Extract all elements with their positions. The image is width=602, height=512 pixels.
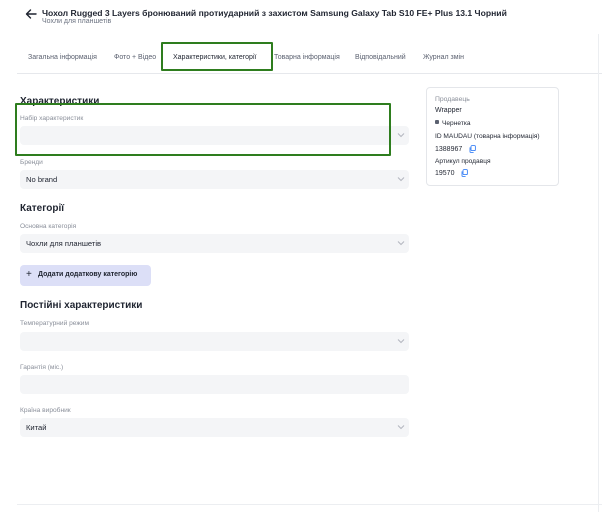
permanent-characteristics-title: Постійні характеристики bbox=[20, 300, 143, 311]
seller-article-value: 19570 bbox=[435, 170, 455, 177]
add-category-label: Додати додаткову категорію bbox=[38, 271, 138, 278]
status-badge: Чернетка bbox=[435, 120, 471, 127]
characteristics-title: Характеристики bbox=[20, 96, 100, 107]
page-header: Чохол Rugged 3 Layers бронюваний протиуд… bbox=[0, 0, 602, 34]
main-category-label: Основна категорія bbox=[20, 223, 77, 230]
tab-characteristics[interactable]: Характеристики, категорії bbox=[173, 54, 256, 61]
page-subtitle: Чохли для планшетів bbox=[42, 18, 112, 25]
copy-icon[interactable] bbox=[461, 169, 468, 177]
tab-product-info[interactable]: Товарна інформація bbox=[274, 54, 340, 61]
seller-article-label: Артикул продавця bbox=[435, 158, 491, 165]
main-category-select[interactable]: Чохли для планшетів bbox=[20, 234, 409, 253]
tab-change-log[interactable]: Журнал змін bbox=[423, 54, 464, 61]
add-category-button[interactable]: + Додати додаткову категорію bbox=[20, 265, 151, 286]
temperature-mode-label: Температурний режим bbox=[20, 320, 89, 327]
tab-responsible[interactable]: Відповідальний bbox=[355, 54, 406, 61]
brand-label: Бренди bbox=[20, 159, 43, 166]
tab-bar: Загальна інформація Фото + Відео Характе… bbox=[17, 44, 602, 74]
seller-info-card: Продавець Wrapper Чернетка ID MAUDAU (то… bbox=[426, 87, 559, 186]
active-tab-underline bbox=[173, 69, 261, 71]
maudau-id-label: ID MAUDAU (товарна інформація) bbox=[435, 133, 540, 140]
characteristics-set-label: Набір характеристик bbox=[20, 115, 84, 122]
country-select[interactable]: Китай bbox=[20, 418, 409, 437]
chevron-down-icon bbox=[397, 177, 405, 182]
seller-value: Wrapper bbox=[435, 107, 462, 114]
country-label: Країна виробник bbox=[20, 407, 71, 414]
back-arrow-icon[interactable] bbox=[24, 8, 38, 20]
country-value: Китай bbox=[26, 423, 47, 432]
right-edge-divider bbox=[598, 34, 599, 512]
tab-general-info[interactable]: Загальна інформація bbox=[28, 54, 97, 61]
brand-value: No brand bbox=[26, 175, 58, 184]
brand-select[interactable]: No brand bbox=[20, 170, 409, 189]
chevron-down-icon bbox=[397, 425, 405, 430]
chevron-down-icon bbox=[397, 339, 405, 344]
page-title: Чохол Rugged 3 Layers бронюваний протиуд… bbox=[42, 8, 507, 18]
status-text: Чернетка bbox=[442, 120, 471, 127]
main-category-value: Чохли для планшетів bbox=[26, 239, 102, 248]
characteristics-set-select[interactable] bbox=[20, 126, 409, 145]
temperature-mode-select[interactable] bbox=[20, 332, 409, 351]
tab-photo-video[interactable]: Фото + Відео bbox=[114, 54, 156, 61]
categories-title: Категорії bbox=[20, 203, 65, 214]
seller-label: Продавець bbox=[435, 96, 470, 103]
chevron-down-icon bbox=[397, 133, 405, 138]
warranty-label: Гарантія (міс.) bbox=[20, 364, 64, 371]
warranty-input[interactable] bbox=[20, 375, 409, 394]
bottom-divider bbox=[17, 504, 602, 505]
plus-icon: + bbox=[26, 269, 32, 280]
status-dot-icon bbox=[435, 120, 439, 125]
copy-icon[interactable] bbox=[469, 145, 476, 153]
chevron-down-icon bbox=[397, 241, 405, 246]
maudau-id-value: 1388967 bbox=[435, 146, 463, 153]
